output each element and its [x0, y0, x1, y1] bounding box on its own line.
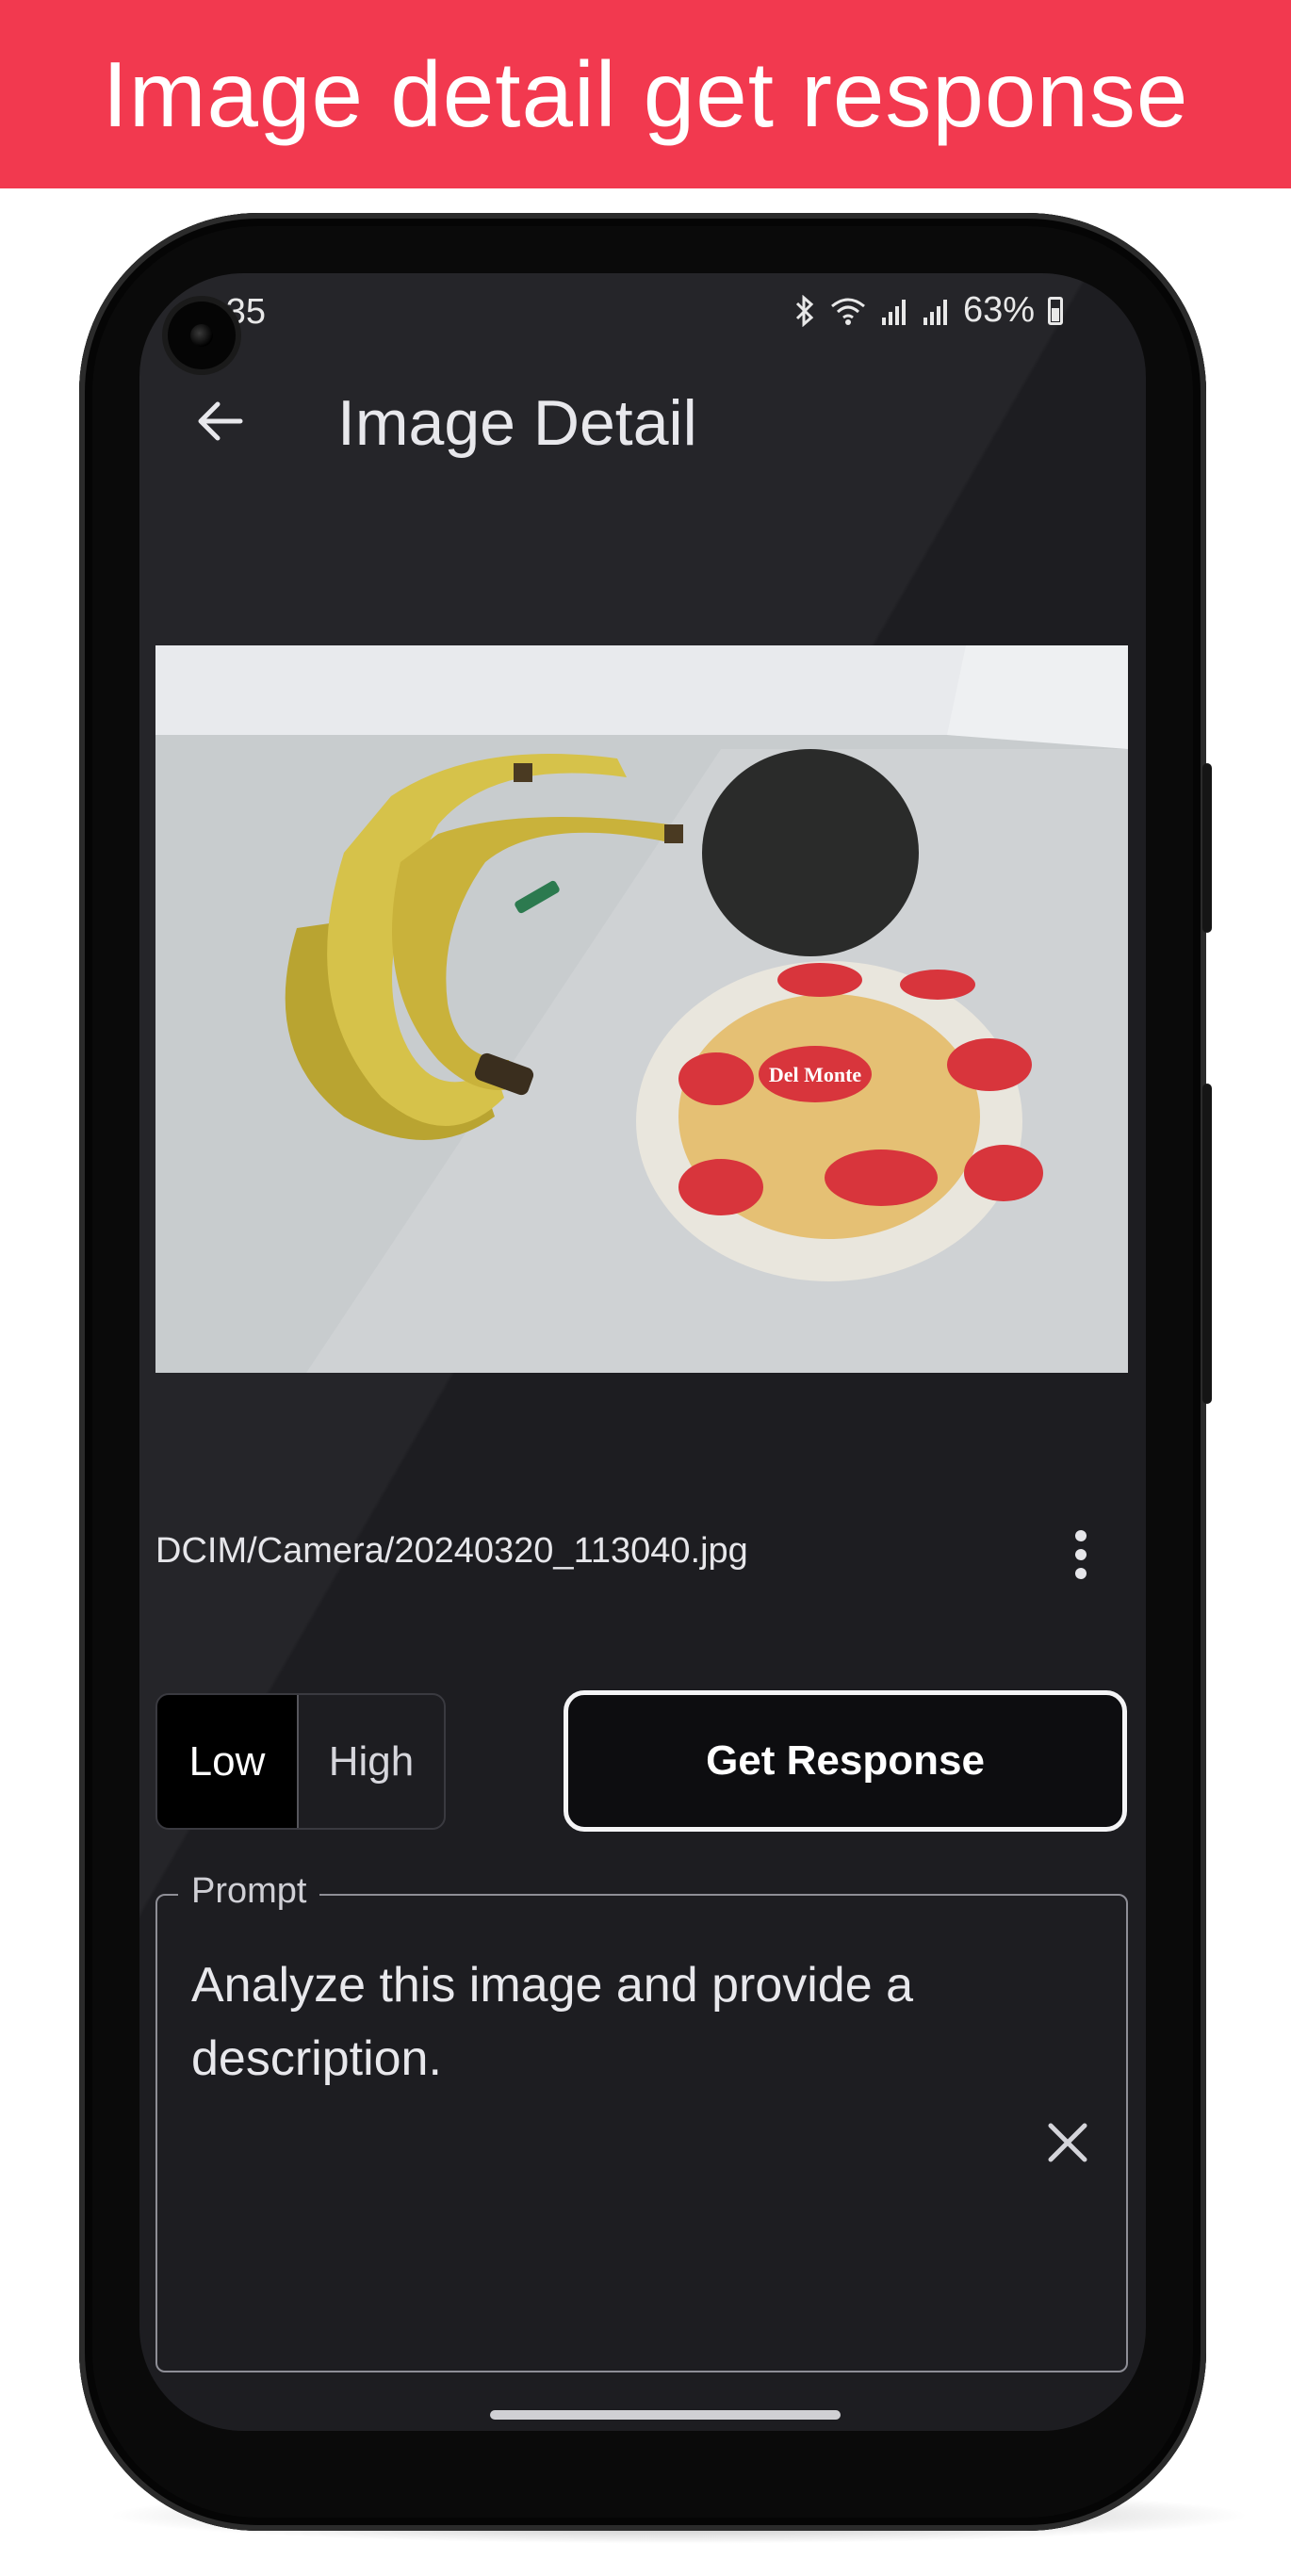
photo-content: Del Monte	[155, 645, 1128, 1373]
prompt-label: Prompt	[178, 1871, 320, 1912]
bluetooth-icon	[795, 294, 814, 327]
page-title: Image Detail	[337, 387, 697, 459]
avocado	[702, 749, 919, 956]
segment-high[interactable]: High	[299, 1695, 444, 1828]
segment-low[interactable]: Low	[157, 1695, 299, 1828]
battery-percent: 63%	[962, 290, 1035, 330]
battery-icon	[1048, 296, 1063, 325]
title-banner: Image detail get response	[0, 0, 1291, 188]
brand-label: Del Monte	[769, 1063, 862, 1086]
file-path: DCIM/Camera/20240320_113040.jpg	[155, 1531, 748, 1571]
signal-icon-2	[923, 299, 947, 325]
home-indicator[interactable]	[490, 2410, 841, 2420]
phone-screen: 3:35 63% Image Detail Del Monte DCIM/Cam…	[139, 273, 1146, 2431]
front-camera	[168, 302, 236, 369]
clear-icon[interactable]	[1039, 2114, 1096, 2171]
arrow-back-icon	[198, 401, 243, 441]
wifi-icon	[830, 298, 865, 325]
prompt-input[interactable]: Analyze this image and provide a descrip…	[191, 1948, 983, 2095]
selected-image: Del Monte	[155, 645, 1128, 1373]
status-icons: 63%	[793, 290, 1063, 331]
power-button	[1202, 763, 1212, 933]
quality-toggle: Low High	[155, 1693, 446, 1830]
signal-icon-1	[881, 299, 906, 325]
more-options-button[interactable]	[1048, 1522, 1114, 1588]
prompt-field[interactable]: Prompt Analyze this image and provide a …	[155, 1871, 1128, 2372]
banner-title: Image detail get response	[102, 41, 1189, 146]
get-response-button[interactable]: Get Response	[564, 1690, 1127, 1832]
volume-button	[1202, 1084, 1212, 1404]
more-vert-icon	[1075, 1530, 1087, 1541]
back-button[interactable]	[177, 379, 262, 464]
